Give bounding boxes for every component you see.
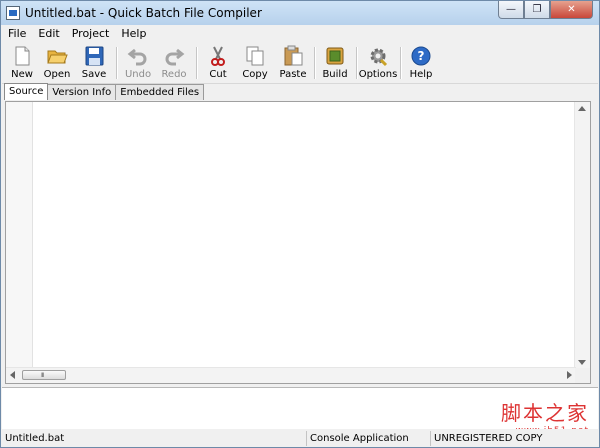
help-icon: ? xyxy=(411,46,431,66)
watermark-text: 脚本之家 xyxy=(501,401,589,425)
menu-file[interactable]: File xyxy=(2,25,32,43)
app-window: Untitled.bat - Quick Batch File Compiler… xyxy=(0,0,600,448)
tab-source[interactable]: Source xyxy=(4,83,49,100)
tab-version-info[interactable]: Version Info xyxy=(47,84,117,100)
scroll-down-arrow-icon[interactable] xyxy=(578,360,586,365)
restore-button[interactable]: ❐ xyxy=(524,1,550,19)
cut-label: Cut xyxy=(209,69,227,80)
undo-label: Undo xyxy=(124,69,152,80)
undo-button[interactable]: Undo xyxy=(122,45,154,81)
scroll-left-arrow-icon[interactable] xyxy=(10,371,15,379)
options-label: Options xyxy=(358,69,398,80)
line-number-gutter xyxy=(6,102,33,369)
help-label: Help xyxy=(409,69,433,80)
copy-label: Copy xyxy=(242,69,268,80)
redo-button[interactable]: Redo xyxy=(158,45,190,81)
redo-icon xyxy=(165,48,185,66)
app-icon[interactable] xyxy=(6,6,20,20)
redo-label: Redo xyxy=(161,69,187,80)
status-file: Untitled.bat xyxy=(5,433,65,444)
options-button[interactable]: Options xyxy=(358,45,398,81)
status-bar: Untitled.bat Console Application UNREGIS… xyxy=(2,429,598,447)
floppy-disk-icon xyxy=(85,46,104,66)
save-button[interactable]: Save xyxy=(77,45,111,81)
build-icon xyxy=(326,47,344,65)
menu-bar: File Edit Project Help xyxy=(2,25,598,43)
status-license: UNREGISTERED COPY xyxy=(430,431,594,446)
window-title: Untitled.bat - Quick Batch File Compiler xyxy=(25,6,262,20)
menu-project[interactable]: Project xyxy=(66,25,116,43)
close-button[interactable]: ✕ xyxy=(550,1,593,19)
copy-button[interactable]: Copy xyxy=(238,45,272,81)
open-button[interactable]: Open xyxy=(40,45,74,81)
undo-icon xyxy=(127,48,147,66)
status-app-type: Console Application xyxy=(306,431,428,446)
build-label: Build xyxy=(322,69,348,80)
new-button[interactable]: New xyxy=(6,45,38,81)
scroll-corner xyxy=(575,368,590,383)
menu-help[interactable]: Help xyxy=(115,25,152,43)
open-label: Open xyxy=(43,69,71,80)
minimize-button[interactable]: — xyxy=(498,1,524,19)
paste-button[interactable]: Paste xyxy=(276,45,310,81)
scroll-up-arrow-icon[interactable] xyxy=(578,106,586,111)
toolbar: New Open Save Undo Redo Cut Copy Paste B… xyxy=(2,43,598,84)
scroll-grip: III xyxy=(41,372,44,379)
scroll-right-arrow-icon[interactable] xyxy=(567,371,572,379)
source-editor[interactable]: III xyxy=(5,101,591,384)
scissors-icon xyxy=(211,46,225,66)
horizontal-scrollbar[interactable]: III xyxy=(6,367,576,383)
folder-open-icon xyxy=(47,50,68,64)
svg-text:?: ? xyxy=(418,49,425,63)
clipboard-icon xyxy=(284,45,303,66)
menu-edit[interactable]: Edit xyxy=(32,25,65,43)
gear-icon xyxy=(370,48,388,67)
save-label: Save xyxy=(81,69,107,80)
copy-icon xyxy=(246,46,264,66)
horizontal-scroll-thumb[interactable]: III xyxy=(22,370,66,380)
tab-embedded-files[interactable]: Embedded Files xyxy=(115,84,205,100)
new-file-icon xyxy=(15,46,30,66)
vertical-scrollbar[interactable] xyxy=(574,102,590,369)
paste-label: Paste xyxy=(279,69,307,80)
build-button[interactable]: Build xyxy=(320,45,350,81)
new-label: New xyxy=(11,69,33,80)
tab-strip: Source Version Info Embedded Files xyxy=(4,83,205,100)
cut-button[interactable]: Cut xyxy=(202,45,234,81)
help-button[interactable]: ? Help xyxy=(406,45,436,81)
title-bar[interactable]: Untitled.bat - Quick Batch File Compiler… xyxy=(1,1,599,25)
